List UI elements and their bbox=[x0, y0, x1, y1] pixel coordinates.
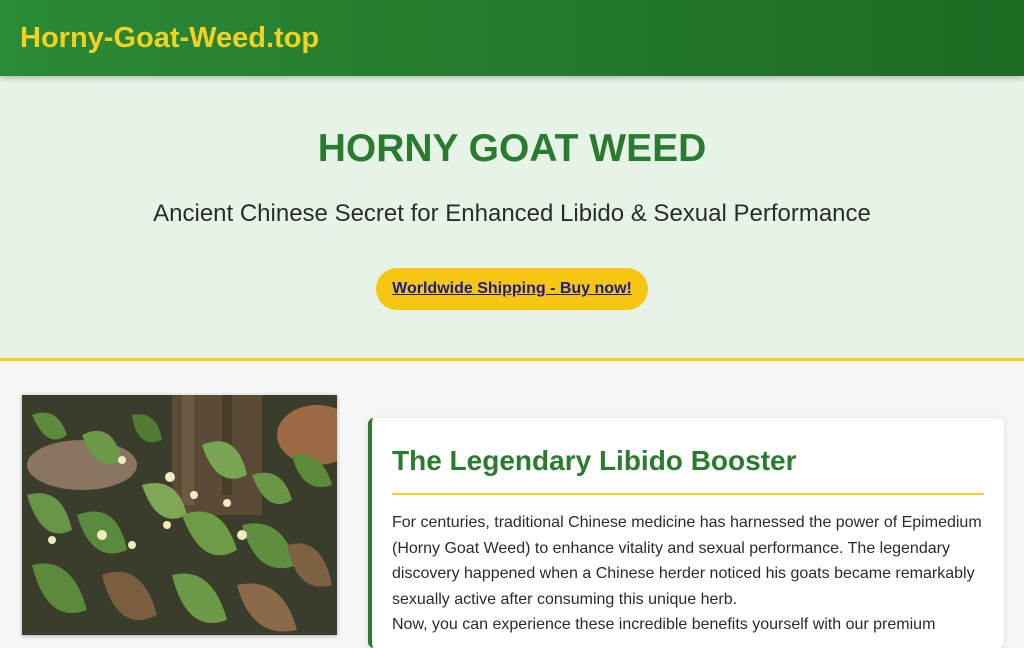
article-card: The Legendary Libido Booster For centuri… bbox=[368, 418, 1004, 648]
article-paragraph-2: Now, you can experience these incredible… bbox=[392, 616, 936, 634]
site-title-link[interactable]: Horny-Goat-Weed.top bbox=[20, 21, 319, 55]
article-title: The Legendary Libido Booster bbox=[392, 445, 797, 476]
site-header: Horny-Goat-Weed.top bbox=[0, 0, 1024, 76]
hero-subtitle: Ancient Chinese Secret for Enhanced Libi… bbox=[153, 200, 871, 227]
plant-photo-illustration bbox=[22, 395, 337, 635]
article-body: For centuries, traditional Chinese medic… bbox=[392, 510, 992, 638]
title-divider bbox=[392, 493, 984, 495]
hero-section: HORNY GOAT WEED Ancient Chinese Secret f… bbox=[0, 76, 1024, 361]
hero-title: HORNY GOAT WEED bbox=[317, 127, 707, 170]
epimedium-plant-photo bbox=[22, 395, 337, 635]
article-paragraph-1: For centuries, traditional Chinese medic… bbox=[392, 514, 982, 608]
buy-now-button[interactable]: Worldwide Shipping - Buy now! bbox=[376, 268, 648, 310]
